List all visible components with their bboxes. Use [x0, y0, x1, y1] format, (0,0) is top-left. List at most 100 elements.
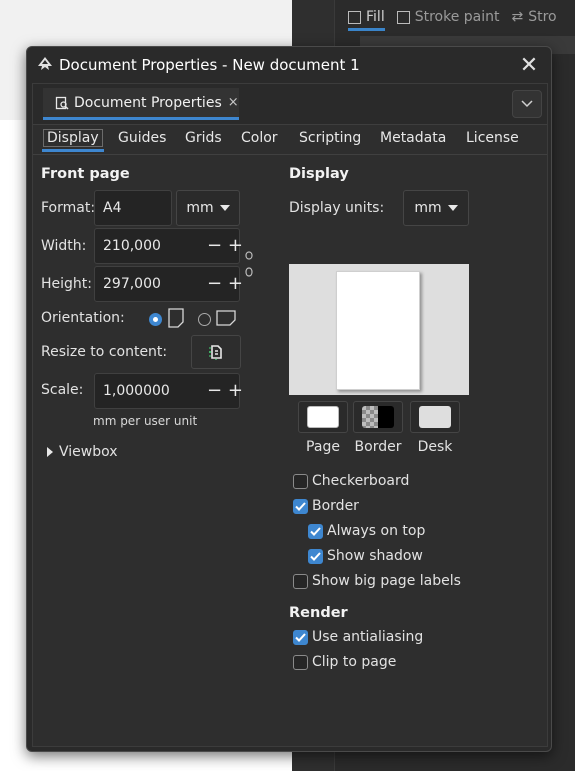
tab-display[interactable]: Display — [42, 129, 104, 152]
tab-stroke-paint-label: Stroke paint — [414, 9, 500, 25]
stroke-style-icon: ⇄ — [511, 9, 524, 25]
width-value: 210,000 — [103, 238, 161, 254]
title-bar: Document Properties - New document 1 ✕ — [27, 47, 551, 83]
desk-color-label: Desk — [417, 439, 453, 455]
border-color-label: Border — [354, 439, 402, 455]
border-color-button[interactable] — [353, 401, 403, 433]
desk-color-swatch — [419, 406, 451, 428]
orientation-portrait-radio[interactable] — [149, 313, 162, 326]
portrait-page-icon — [168, 308, 184, 328]
close-icon: ✕ — [519, 52, 539, 78]
tab-fill[interactable]: Fill — [348, 9, 385, 31]
viewbox-label: Viewbox — [59, 444, 118, 460]
height-label: Height: — [41, 276, 92, 292]
display-units-value: mm — [414, 200, 442, 216]
scale-unit-note: mm per user unit — [93, 414, 198, 428]
resize-to-content-label: Resize to content: — [41, 344, 168, 360]
document-properties-window: Document Properties - New document 1 ✕ D… — [26, 46, 552, 752]
orientation-landscape-radio[interactable] — [198, 313, 211, 326]
scale-decrement-button[interactable]: − — [207, 382, 222, 400]
tab-scripting[interactable]: Scripting — [299, 130, 361, 146]
display-units-label: Display units: — [289, 200, 385, 216]
dock-tab-bar: Document Properties × — [33, 84, 547, 125]
document-properties-icon — [55, 96, 69, 110]
checkerboard-label: Checkerboard — [312, 473, 410, 489]
chevron-down-icon — [521, 100, 533, 108]
viewbox-expander[interactable]: Viewbox — [47, 444, 118, 460]
fill-icon — [348, 10, 361, 24]
page-preview — [289, 264, 469, 395]
format-field[interactable]: A4 — [94, 190, 172, 226]
display-heading: Display — [289, 166, 349, 182]
checkmark-icon — [310, 552, 321, 561]
close-button[interactable]: ✕ — [515, 51, 543, 79]
width-decrement-button[interactable]: − — [207, 237, 222, 255]
caret-down-icon — [447, 205, 458, 211]
height-stepper: − + — [207, 266, 243, 302]
tab-stroke-paint[interactable]: Stroke paint — [396, 9, 500, 25]
orientation-label: Orientation: — [41, 310, 125, 326]
tab-stroke-style-label: Stro — [528, 9, 557, 25]
show-big-page-labels-checkbox[interactable] — [293, 574, 308, 589]
scale-label: Scale: — [41, 382, 84, 398]
border-color-swatch — [362, 406, 394, 428]
preview-page — [336, 271, 420, 390]
properties-tabs: Display Guides Grids Color Scripting Met… — [33, 126, 547, 155]
link-dimensions-icon[interactable] — [244, 250, 254, 278]
checkmark-icon — [295, 502, 306, 511]
tab-grids[interactable]: Grids — [185, 130, 222, 146]
use-antialiasing-checkbox[interactable] — [293, 630, 308, 645]
scale-value: 1,000000 — [103, 383, 170, 399]
height-value: 297,000 — [103, 276, 161, 292]
show-shadow-checkbox[interactable] — [308, 549, 323, 564]
use-antialiasing-label: Use antialiasing — [312, 629, 424, 645]
page-color-swatch — [307, 406, 339, 428]
landscape-page-icon — [216, 310, 236, 326]
resize-to-content-button[interactable] — [191, 335, 241, 369]
width-increment-button[interactable]: + — [228, 237, 243, 255]
scale-stepper: − + — [207, 373, 243, 409]
tab-guides[interactable]: Guides — [118, 130, 166, 146]
tab-fill-label: Fill — [366, 9, 385, 25]
tab-stroke-style[interactable]: ⇄ Stro — [511, 9, 556, 25]
caret-down-icon — [219, 205, 230, 211]
format-label: Format: — [41, 200, 96, 216]
show-shadow-label: Show shadow — [327, 548, 423, 564]
height-decrement-button[interactable]: − — [207, 275, 222, 293]
display-units-dropdown[interactable]: mm — [403, 190, 469, 226]
page-color-label: Page — [306, 439, 340, 455]
show-big-page-labels-label: Show big page labels — [312, 573, 461, 589]
render-heading: Render — [289, 605, 348, 621]
always-on-top-label: Always on top — [327, 523, 426, 539]
dock-tab-document-properties[interactable]: Document Properties × — [43, 88, 239, 120]
checkmark-icon — [295, 633, 306, 642]
format-unit-value: mm — [186, 200, 214, 216]
document-properties-panel: Document Properties × Display Guides Gri… — [32, 83, 548, 747]
border-checkbox[interactable] — [293, 499, 308, 514]
tab-license[interactable]: License — [466, 130, 519, 146]
front-page-heading: Front page — [41, 166, 130, 182]
stroke-paint-icon — [396, 10, 410, 24]
width-stepper: − + — [207, 228, 243, 264]
tab-metadata[interactable]: Metadata — [380, 130, 446, 146]
expand-arrow-icon — [47, 447, 53, 457]
dock-tab-close-icon[interactable]: × — [228, 95, 239, 110]
tab-color[interactable]: Color — [241, 130, 278, 146]
format-value: A4 — [103, 200, 122, 216]
scale-increment-button[interactable]: + — [228, 382, 243, 400]
resize-page-icon — [209, 345, 222, 360]
page-color-button[interactable] — [298, 401, 348, 433]
fill-stroke-tabs: Fill Stroke paint ⇄ Stro — [334, 0, 575, 34]
desk-color-button[interactable] — [410, 401, 460, 433]
checkmark-icon — [310, 527, 321, 536]
dock-menu-button[interactable] — [512, 90, 542, 118]
checkerboard-checkbox[interactable] — [293, 474, 308, 489]
clip-to-page-checkbox[interactable] — [293, 655, 308, 670]
format-unit-dropdown[interactable]: mm — [176, 190, 240, 226]
clip-to-page-label: Clip to page — [312, 654, 397, 670]
always-on-top-checkbox[interactable] — [308, 524, 323, 539]
height-increment-button[interactable]: + — [228, 275, 243, 293]
window-title: Document Properties - New document 1 — [59, 56, 360, 74]
dock-tab-label: Document Properties — [74, 94, 222, 111]
inkscape-logo-icon — [38, 57, 52, 70]
